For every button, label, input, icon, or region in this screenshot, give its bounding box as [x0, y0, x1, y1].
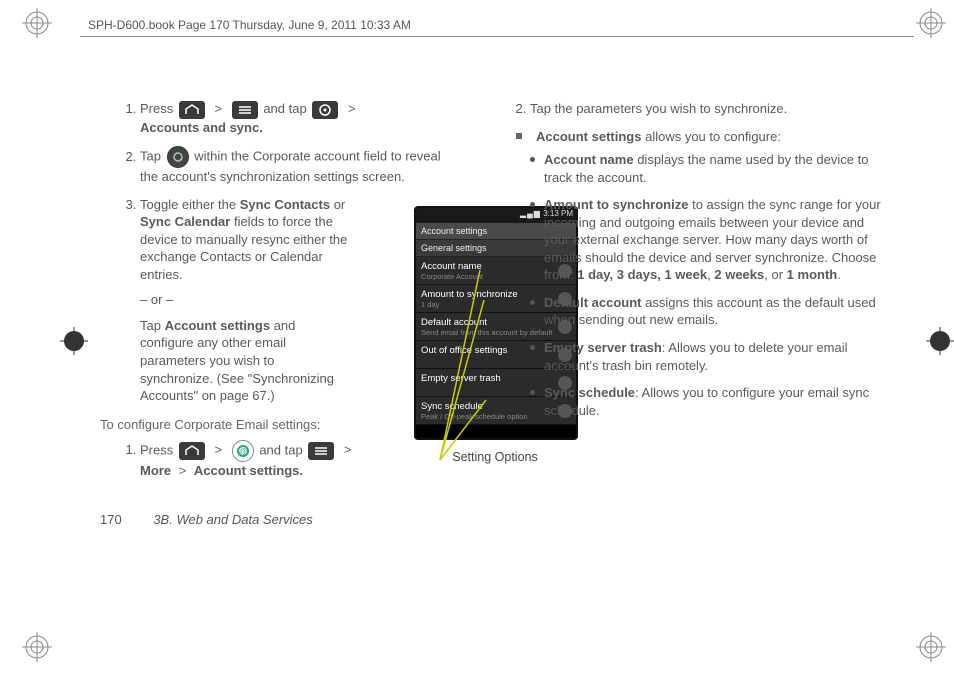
list-item: Default account assigns this account as … [544, 294, 890, 329]
registration-mark-icon [916, 8, 946, 38]
text: allows you to configure: [645, 129, 781, 144]
option-label: Account name [544, 152, 634, 167]
option-value: 2 weeks [714, 267, 764, 282]
svg-text:@: @ [239, 447, 247, 456]
fold-mark-icon [926, 327, 954, 355]
page-number: 170 [100, 512, 122, 527]
home-key-icon [179, 101, 205, 119]
registration-mark-icon [22, 8, 52, 38]
list-item: Empty server trash: Allows you to delete… [544, 339, 890, 374]
step-1: Press > and tap > Accounts and sync. [140, 100, 460, 136]
option-label: Sync schedule [544, 385, 635, 400]
page-footer: 170 3B. Web and Data Services [100, 512, 313, 527]
menu-key-icon [232, 101, 258, 119]
text: Toggle either the [140, 197, 236, 212]
section-title: 3B. Web and Data Services [153, 512, 312, 527]
option-value: 1 day, 3 days, [577, 267, 661, 282]
option-label: Account settings [165, 318, 270, 333]
fold-mark-icon [60, 327, 88, 355]
menu-path: Account settings. [194, 463, 303, 478]
option-label: Empty server trash [544, 340, 662, 355]
step-2: Tap within the Corporate account field t… [140, 146, 460, 186]
running-header: SPH-D600.book Page 170 Thursday, June 9,… [88, 18, 411, 32]
chevron-separator: > [344, 441, 352, 459]
settings-options-list: Account name displays the name used by t… [490, 151, 890, 419]
option-value: 1 month [787, 267, 838, 282]
menu-path: More [140, 463, 171, 478]
text: Tap [140, 149, 161, 164]
step-1b: Press > @ and tap > More > Account setti… [140, 440, 460, 480]
option-label: Sync Calendar [140, 214, 230, 229]
text: Press [140, 101, 173, 116]
registration-mark-icon [916, 632, 946, 662]
text: and tap [263, 101, 306, 116]
chevron-separator: > [348, 100, 356, 118]
option-label: Default account [544, 295, 642, 310]
email-app-icon: @ [232, 440, 254, 462]
header-rule [80, 36, 914, 37]
text: Tap [140, 318, 161, 333]
text: Press [140, 442, 173, 457]
chevron-separator: > [214, 441, 222, 459]
menu-path: Accounts and sync. [140, 120, 263, 135]
figure-caption: Setting Options [420, 450, 570, 464]
list-item: Sync schedule: Allows you to configure y… [544, 384, 890, 419]
procedure-list-2: Press > @ and tap > More > Account setti… [100, 440, 460, 480]
procedure-list: Press > and tap > Accounts and sync. Tap [100, 100, 460, 405]
sub-heading: To configure Corporate Email settings: [100, 417, 460, 432]
or-separator: – or – [140, 291, 350, 309]
text: or [334, 197, 346, 212]
text: and tap [259, 442, 302, 457]
list-item: Amount to synchronize to assign the sync… [544, 196, 890, 284]
list-item: Account name displays the name used by t… [544, 151, 890, 186]
account-settings-lead: Account settings allows you to configure… [510, 128, 890, 146]
chevron-separator: > [214, 100, 222, 118]
menu-key-icon [308, 442, 334, 460]
option-label: Amount to synchronize [544, 197, 688, 212]
step-3: Toggle either the Sync Contacts or Sync … [140, 196, 460, 405]
registration-mark-icon [22, 632, 52, 662]
settings-gear-icon [312, 101, 338, 119]
step-2r: Tap the parameters you wish to synchroni… [530, 100, 890, 118]
option-label: Sync Contacts [240, 197, 330, 212]
option-value: 1 week [664, 267, 707, 282]
sync-circle-icon [167, 146, 189, 168]
home-key-icon [179, 442, 205, 460]
chevron-separator: > [179, 462, 187, 480]
option-label: Account settings [536, 129, 641, 144]
procedure-list-right: Tap the parameters you wish to synchroni… [490, 100, 890, 118]
text: Tap the parameters you wish to synchroni… [530, 101, 787, 116]
text: , or [764, 267, 783, 282]
